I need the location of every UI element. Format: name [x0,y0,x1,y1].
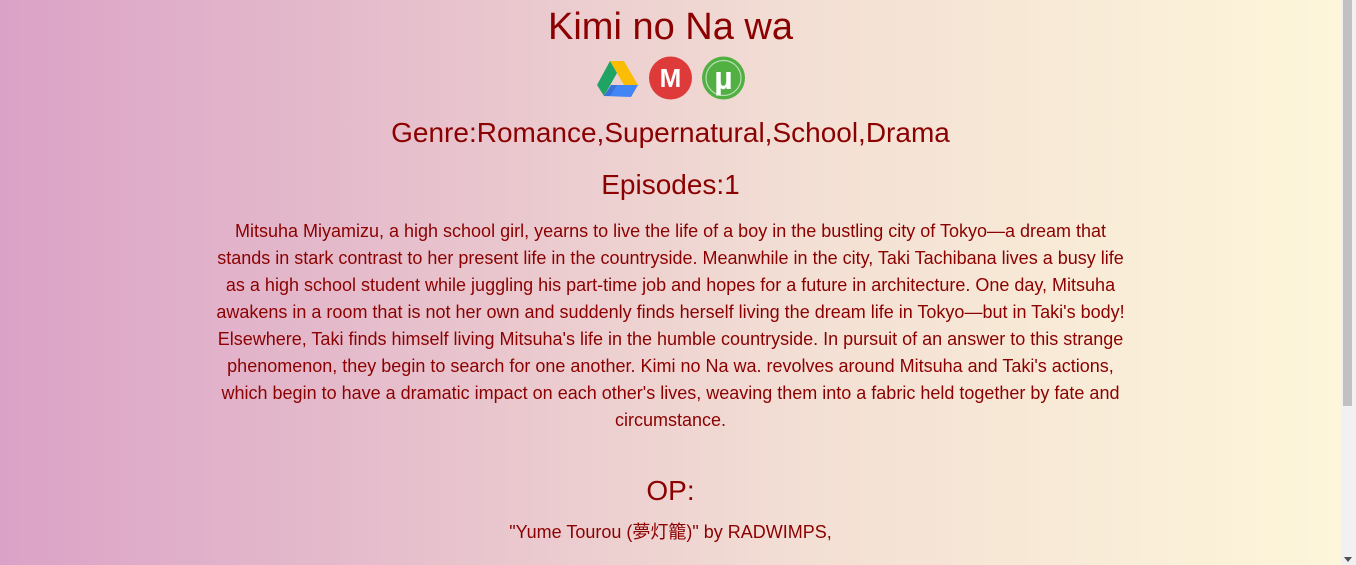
utorrent-icon: µ [702,56,745,100]
vertical-scrollbar[interactable] [1341,0,1356,565]
utorrent-link[interactable]: µ [702,56,745,100]
op-song: "Yume Tourou (夢灯籠)" by RADWIMPS, [509,522,832,542]
scroll-down-arrow-icon[interactable] [1344,557,1352,562]
scrollbar-thumb[interactable] [1343,0,1352,406]
op-heading: OP: [646,475,695,506]
page-content: Kimi no Na wa M µ Genre:Romance,Supernat… [0,0,1341,565]
episodes-line: Episodes:1 [601,169,740,200]
genre-line: Genre:Romance,Supernatural,School,Drama [391,117,950,148]
download-links: M µ [0,56,1341,100]
google-drive-link[interactable] [596,56,639,100]
google-drive-icon [597,61,638,97]
mega-icon: M [649,56,692,100]
anime-title: Kimi no Na wa [548,6,793,48]
svg-text:M: M [660,63,682,93]
svg-text:µ: µ [714,60,732,96]
synopsis-text: Mitsuha Miyamizu, a high school girl, ye… [216,221,1125,430]
mega-link[interactable]: M [649,56,692,100]
